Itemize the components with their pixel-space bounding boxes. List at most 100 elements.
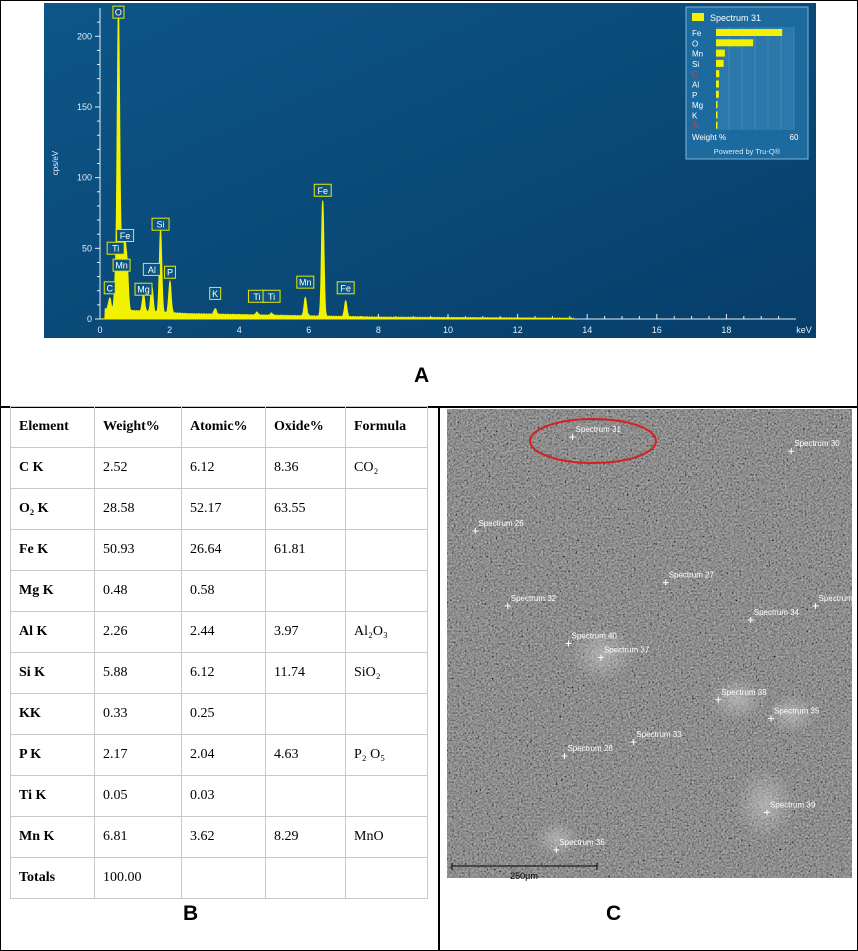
spectrum-label: Spectrum 26 <box>478 519 524 528</box>
peak-label: Mg <box>134 282 153 296</box>
legend-bar <box>716 39 754 47</box>
y-tick-label: 0 <box>87 314 92 324</box>
header-oxide: Oxide% <box>265 406 346 448</box>
cell-formula: MnO <box>345 816 428 858</box>
x-tick-label: 16 <box>652 325 662 335</box>
legend-element-label: Al <box>692 81 699 90</box>
cell-oxide <box>265 693 346 735</box>
panel-label-a: A <box>414 364 430 387</box>
legend-bar <box>716 29 783 36</box>
legend-bar <box>716 70 720 78</box>
spectrum-label: Spectrum 40 <box>572 632 618 641</box>
header-formula: Formula <box>345 406 428 448</box>
y-tick-label: 100 <box>77 173 92 183</box>
legend-bar <box>716 49 725 57</box>
bright-region <box>709 677 765 721</box>
cell-element: P K <box>10 734 95 776</box>
table-row: P K 2.17 2.04 4.63 P₂ O₅ <box>10 734 428 776</box>
peak-label-text: Ti <box>253 292 260 302</box>
cell-weight: 6.81 <box>94 816 182 858</box>
legend-element-label: Mn <box>692 50 703 59</box>
x-tick-label: 2 <box>167 325 172 335</box>
spectrum-label: Spectrum 32 <box>511 594 557 603</box>
peak-label: Ti <box>262 289 281 303</box>
cell-formula: P₂ O₅ <box>345 734 428 776</box>
peak-label-text: Mg <box>137 285 150 295</box>
peak-label: Mn <box>112 258 131 272</box>
legend-bar <box>716 121 718 129</box>
table-row: Totals 100.00 <box>10 857 428 899</box>
cell-element: Mg K <box>10 570 95 612</box>
cell-atomic: 6.12 <box>181 447 266 489</box>
legend-bar <box>716 111 718 119</box>
peak-label: C <box>103 281 116 295</box>
table-row: Mg K 0.48 0.58 <box>10 570 428 612</box>
cell-formula <box>345 775 428 817</box>
x-tick-label: 12 <box>513 325 523 335</box>
x-tick-label: 10 <box>443 325 453 335</box>
cell-weight: 5.88 <box>94 652 182 694</box>
table-row: KK 0.33 0.25 <box>10 693 428 735</box>
peak-label: K <box>209 286 222 300</box>
peak-label: Fe <box>313 183 332 197</box>
peak-label-text: Si <box>157 220 165 230</box>
panel-divider-vertical <box>438 407 440 951</box>
table-row: C K 2.52 6.12 8.36 CO₂ <box>10 447 428 489</box>
scale-bar-label: 250µm <box>510 871 538 881</box>
peak-label-text: Mn <box>299 278 312 288</box>
spectrum-label: Spectrum 36 <box>559 838 605 847</box>
spectrum-label: Spectrum 38 <box>721 688 767 697</box>
peak-label: Mn <box>296 275 315 289</box>
table-row: O₂ K 28.58 52.17 63.55 <box>10 488 428 530</box>
cell-element: O₂ K <box>10 488 95 530</box>
legend-element-label: Ti <box>692 122 699 131</box>
spectrum-label: Spectrum 39 <box>770 800 816 809</box>
cell-element: Fe K <box>10 529 95 571</box>
spectrum-label: Spectrum 33 <box>636 730 682 739</box>
cell-atomic: 0.58 <box>181 570 266 612</box>
cell-atomic: 0.25 <box>181 693 266 735</box>
spectrum-label: Spectrum 31 <box>576 425 622 434</box>
peak-label-text: Fe <box>120 231 131 241</box>
cell-weight: 50.93 <box>94 529 182 571</box>
legend-swatch <box>692 13 704 21</box>
cell-formula: Al₂O₃ <box>345 611 428 653</box>
sem-image: Spectrum 31 Spectrum 30 Spectrum 26 Spectru… <box>447 409 852 878</box>
sem-scale-bar: 250µm <box>451 863 598 881</box>
cell-weight: 2.17 <box>94 734 182 776</box>
spectrum-legend: Spectrum 31 FeO MnSiC AlPMgK Ti Weight % 60 Pow… <box>685 6 809 160</box>
legend-element-label: K <box>692 111 698 120</box>
y-tick-label: 150 <box>77 102 92 112</box>
peak-label-text: P <box>167 268 173 278</box>
peak-label-text: Ti <box>112 244 119 254</box>
eds-spectrum-chart: 0 2 4 6 8 10 12 14 16 18 keV050100150200cps/eV OFe… <box>44 3 816 338</box>
x-axis-label: keV <box>796 325 812 335</box>
legend-element-label: Mg <box>692 101 703 110</box>
cell-atomic: 52.17 <box>181 488 266 530</box>
spectrum-label: Spectrum 27 <box>669 571 715 580</box>
cell-oxide: 3.97 <box>265 611 346 653</box>
spectrum-label: Spectrum 37 <box>604 646 650 655</box>
y-axis-label: cps/eV <box>51 150 60 175</box>
spectrum-label: Spectrum 34 <box>754 608 800 617</box>
header-atomic: Atomic% <box>181 406 266 448</box>
table-header-row: Element Weight% Atomic% Oxide% Formula <box>10 406 428 448</box>
legend-axis-label: Weight % <box>692 133 726 142</box>
cell-element: Mn K <box>10 816 95 858</box>
cell-oxide: 11.74 <box>265 652 346 694</box>
cell-atomic: 3.62 <box>181 816 266 858</box>
peak-label: Ti <box>106 241 125 255</box>
table-row: Si K 5.88 6.12 11.74 SiO₂ <box>10 652 428 694</box>
peak-label-text: Mn <box>115 261 128 271</box>
peak-label: P <box>163 265 176 279</box>
cell-atomic: 6.12 <box>181 652 266 694</box>
cell-formula <box>345 529 428 571</box>
table-row: Mn K 6.81 3.62 8.29 MnO <box>10 816 428 858</box>
peak-label-text: Fe <box>340 283 351 293</box>
peak-label: Fe <box>116 228 135 242</box>
cell-oxide: 61.81 <box>265 529 346 571</box>
legend-element-label: P <box>692 91 697 100</box>
spectrum-label: Spectrum 30 <box>794 439 840 448</box>
cell-formula: SiO₂ <box>345 652 428 694</box>
x-tick-label: 0 <box>97 325 102 335</box>
